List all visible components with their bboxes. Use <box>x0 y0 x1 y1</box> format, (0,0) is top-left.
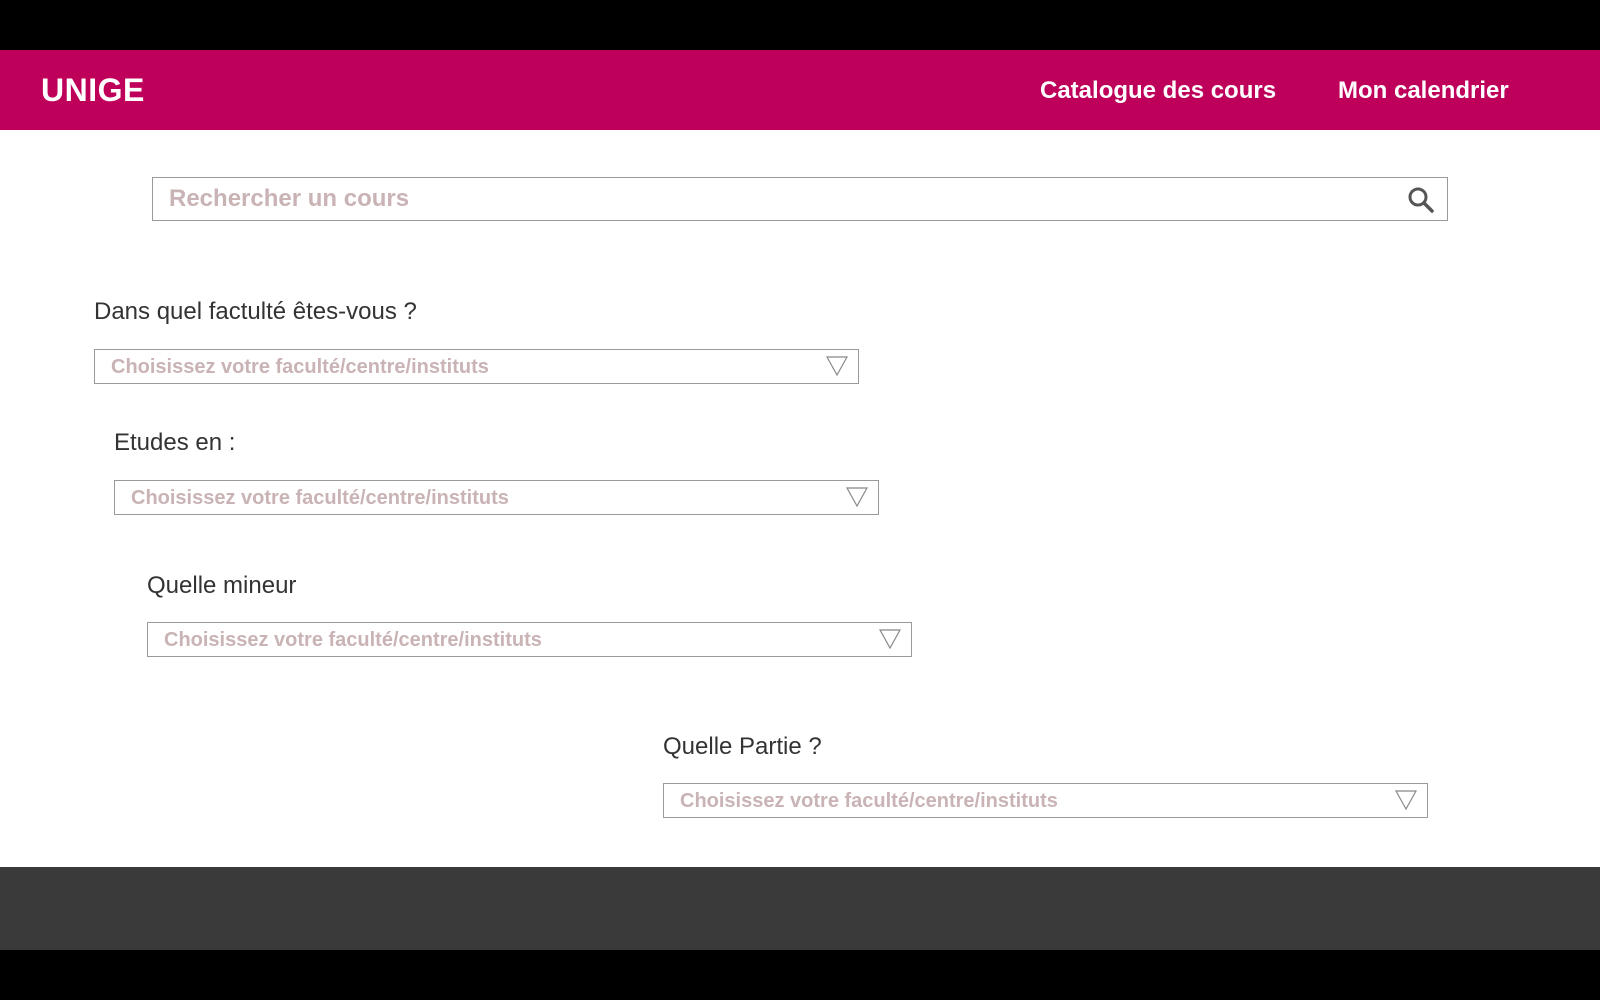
studies-select[interactable]: Choisissez votre faculté/centre/institut… <box>114 480 879 515</box>
main-content: Dans quel factulté êtes-vous ? Choisisse… <box>0 130 1600 867</box>
nav-catalogue-link[interactable]: Catalogue des cours <box>1040 77 1276 105</box>
bottom-letterbox <box>0 950 1600 1000</box>
minor-label: Quelle mineur <box>147 572 297 599</box>
nav-calendar-link[interactable]: Mon calendrier <box>1338 77 1509 105</box>
minor-select[interactable]: Choisissez votre faculté/centre/institut… <box>147 622 912 657</box>
studies-select-value: Choisissez votre faculté/centre/institut… <box>131 487 509 509</box>
faculty-select[interactable]: Choisissez votre faculté/centre/institut… <box>94 349 859 384</box>
faculty-select-value: Choisissez votre faculté/centre/institut… <box>111 356 489 378</box>
chevron-down-icon <box>1395 790 1417 810</box>
faculty-label: Dans quel factulté êtes-vous ? <box>94 298 417 325</box>
chevron-down-icon <box>846 487 868 507</box>
part-label: Quelle Partie ? <box>663 733 822 760</box>
part-select[interactable]: Choisissez votre faculté/centre/institut… <box>663 783 1428 818</box>
footer <box>0 867 1600 950</box>
part-select-value: Choisissez votre faculté/centre/institut… <box>680 790 1058 812</box>
app-header: UNIGE Catalogue des cours Mon calendrier <box>0 50 1600 130</box>
top-letterbox <box>0 0 1600 50</box>
chevron-down-icon <box>879 629 901 649</box>
search-bar <box>152 177 1448 221</box>
minor-select-value: Choisissez votre faculté/centre/institut… <box>164 629 542 651</box>
search-icon[interactable] <box>1407 186 1435 214</box>
logo[interactable]: UNIGE <box>41 72 145 109</box>
chevron-down-icon <box>826 356 848 376</box>
search-input[interactable] <box>153 178 1393 219</box>
studies-label: Etudes en : <box>114 429 236 456</box>
